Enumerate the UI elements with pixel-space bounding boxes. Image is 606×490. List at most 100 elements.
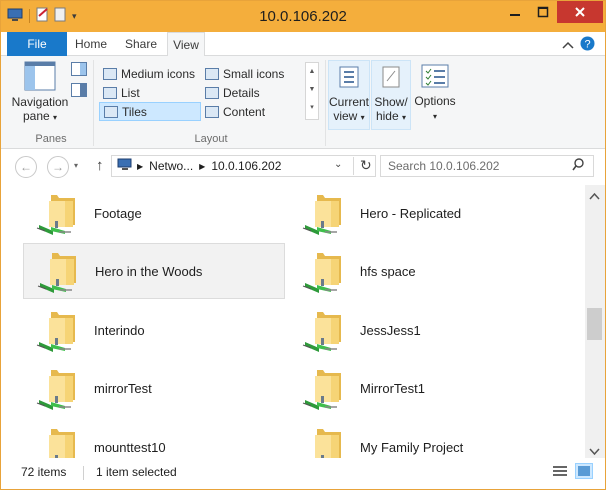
network-folder-icon bbox=[301, 425, 345, 458]
tab-home[interactable]: Home bbox=[71, 32, 111, 56]
forward-button[interactable]: → bbox=[47, 156, 69, 178]
current-view-button[interactable]: Current view ▾ bbox=[328, 60, 370, 130]
layout-medium-icons[interactable]: Medium icons bbox=[99, 64, 199, 83]
network-folder-icon bbox=[36, 249, 80, 293]
search-box[interactable]: Search 10.0.106.202 bbox=[380, 155, 594, 177]
network-folder-icon bbox=[35, 425, 79, 458]
address-dropdown-icon[interactable]: ⌄ bbox=[334, 159, 342, 170]
list-item[interactable]: hfs space bbox=[289, 243, 551, 299]
group-separator bbox=[93, 60, 94, 146]
forward-icon: → bbox=[52, 160, 64, 174]
list-item-selected[interactable]: Hero in the Woods bbox=[23, 243, 285, 299]
refresh-icon[interactable]: ↻ bbox=[353, 157, 372, 175]
preview-pane-icon[interactable] bbox=[71, 62, 87, 79]
expand-gallery-icon[interactable]: ▾ bbox=[306, 99, 318, 117]
minimize-button[interactable] bbox=[501, 1, 529, 23]
item-name: Hero - Replicated bbox=[360, 205, 462, 221]
chevron-right-icon[interactable]: ▶ bbox=[137, 162, 143, 171]
network-folder-icon bbox=[301, 308, 345, 352]
list-item[interactable]: MirrorTest1 bbox=[289, 360, 551, 416]
network-folder-icon bbox=[35, 191, 79, 235]
small-icons-label: Small icons bbox=[223, 66, 285, 81]
maximize-button[interactable] bbox=[529, 1, 557, 23]
list-item[interactable]: JessJess1 bbox=[289, 302, 551, 358]
current-view-icon bbox=[336, 63, 362, 91]
tab-view[interactable]: View bbox=[167, 32, 205, 57]
group-separator bbox=[325, 60, 326, 146]
tiles-label: Tiles bbox=[122, 104, 147, 119]
breadcrumb-network[interactable]: Netwo... bbox=[149, 159, 193, 173]
content-label: Content bbox=[223, 104, 266, 119]
details-icon bbox=[205, 86, 219, 99]
title-bar: ▾ 10.0.106.202 bbox=[1, 1, 605, 32]
layout-content[interactable]: Content bbox=[201, 102, 269, 121]
small-icons-icon bbox=[205, 67, 219, 80]
layout-tiles[interactable]: Tiles bbox=[99, 102, 201, 121]
item-name: hfs space bbox=[360, 263, 416, 279]
list-item[interactable]: Footage bbox=[23, 185, 285, 241]
layout-list[interactable]: List bbox=[99, 83, 144, 102]
network-folder-icon bbox=[301, 366, 345, 410]
item-name: mounttest10 bbox=[94, 439, 166, 455]
medium-icons-label: Medium icons bbox=[121, 66, 196, 81]
navigation-pane-icon bbox=[24, 61, 56, 91]
scroll-up-icon[interactable]: ▲ bbox=[306, 63, 318, 81]
address-row: ← → ▾ ↑ ▶ Netwo... ▶ 10.0.106.202 ⌄ ↻ Se… bbox=[1, 149, 605, 185]
navigation-pane-button[interactable]: Navigation pane ▾ bbox=[9, 61, 71, 125]
tiles-icon bbox=[104, 105, 118, 118]
status-bar: 72 items 1 item selected bbox=[1, 458, 605, 489]
item-name: My Family Project bbox=[360, 439, 464, 455]
layout-scroll[interactable]: ▲ ▼ ▾ bbox=[305, 62, 319, 120]
close-button[interactable] bbox=[557, 1, 603, 23]
tab-share[interactable]: Share bbox=[119, 32, 163, 56]
large-icons-view-icon[interactable] bbox=[575, 463, 593, 479]
item-name: Footage bbox=[94, 205, 142, 221]
tab-file[interactable]: File bbox=[7, 32, 67, 56]
options-label: Options bbox=[414, 94, 456, 108]
scroll-down-icon[interactable]: ▼ bbox=[306, 81, 318, 99]
medium-icons-icon bbox=[103, 67, 117, 80]
show-hide-button[interactable]: Show/ hide ▾ bbox=[371, 60, 411, 130]
layout-details[interactable]: Details bbox=[201, 83, 264, 102]
collapse-ribbon-icon[interactable] bbox=[562, 38, 574, 52]
back-button[interactable]: ← bbox=[15, 156, 37, 178]
scrollbar-thumb[interactable] bbox=[587, 308, 602, 340]
details-view-icon[interactable] bbox=[552, 464, 568, 481]
details-pane-icon[interactable] bbox=[71, 83, 87, 100]
scroll-down-icon[interactable] bbox=[589, 445, 600, 459]
selection-count: 1 item selected bbox=[96, 465, 177, 479]
network-folder-icon bbox=[35, 308, 79, 352]
ribbon-view: Navigation pane ▾ Panes Medium icons Sma… bbox=[1, 56, 605, 149]
list-icon bbox=[103, 86, 117, 99]
options-button[interactable]: Options ▾ bbox=[413, 60, 457, 130]
help-icon[interactable]: ? bbox=[580, 36, 595, 54]
list-item[interactable]: Interindo bbox=[23, 302, 285, 358]
list-item[interactable]: My Family Project bbox=[289, 419, 551, 458]
item-name: JessJess1 bbox=[360, 322, 421, 338]
network-folder-icon bbox=[301, 249, 345, 293]
status-divider bbox=[83, 466, 84, 480]
item-name: mirrorTest bbox=[94, 380, 152, 396]
list-item[interactable]: mounttest10 bbox=[23, 419, 285, 458]
options-icon bbox=[420, 62, 450, 90]
recent-locations-icon[interactable]: ▾ bbox=[74, 161, 78, 170]
details-label: Details bbox=[223, 85, 260, 100]
file-list: Footage Hero - Replicated Hero in the Wo… bbox=[1, 185, 585, 458]
content-icon bbox=[205, 105, 219, 118]
current-view-label1: Current bbox=[329, 95, 370, 109]
list-item[interactable]: Hero - Replicated bbox=[289, 185, 551, 241]
list-item[interactable]: mirrorTest bbox=[23, 360, 285, 416]
up-arrow-icon[interactable]: ↑ bbox=[96, 157, 104, 174]
vertical-scrollbar[interactable] bbox=[585, 185, 605, 458]
back-icon: ← bbox=[20, 160, 32, 174]
layout-small-icons[interactable]: Small icons bbox=[201, 64, 288, 83]
breadcrumb-host[interactable]: 10.0.106.202 bbox=[211, 159, 281, 173]
scroll-up-icon[interactable] bbox=[589, 189, 600, 203]
show-hide-label2: hide bbox=[375, 109, 399, 123]
address-bar[interactable]: ▶ Netwo... ▶ 10.0.106.202 ⌄ ↻ bbox=[111, 155, 376, 177]
chevron-right-icon[interactable]: ▶ bbox=[199, 162, 205, 171]
svg-text:?: ? bbox=[584, 39, 590, 51]
search-input[interactable]: Search 10.0.106.202 bbox=[388, 159, 499, 173]
item-name: Interindo bbox=[94, 322, 145, 338]
search-icon[interactable] bbox=[572, 158, 585, 174]
